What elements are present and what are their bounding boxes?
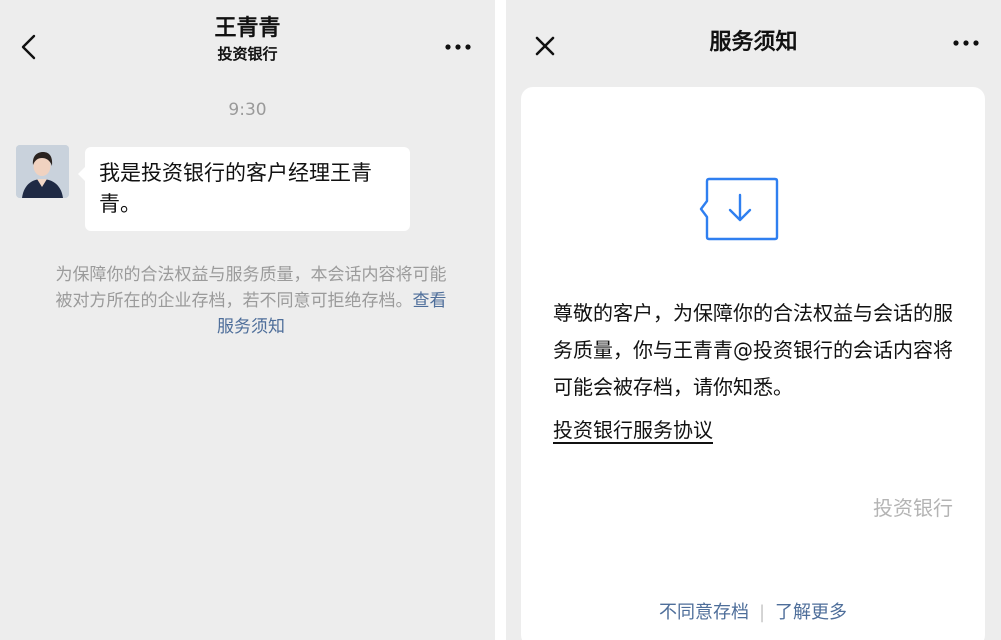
service-agreement-link[interactable]: 投资银行服务协议 bbox=[553, 415, 713, 445]
archive-notice-text: 为保障你的合法权益与服务质量，本会话内容将可能被对方所在的企业存档，若不同意可拒… bbox=[55, 265, 447, 311]
contact-name: 王青青 bbox=[214, 16, 281, 41]
disagree-archive-link[interactable]: 不同意存档 bbox=[659, 602, 749, 623]
panel-divider bbox=[495, 0, 506, 640]
notice-signature: 投资银行 bbox=[873, 496, 953, 520]
footer-separator: | bbox=[758, 602, 766, 623]
contact-org: 投资银行 bbox=[217, 45, 278, 63]
chat-panel: 王青青 投资银行 9:30 我是投资银行的客户经理王青青。 为保障你的合法权益与… bbox=[0, 0, 495, 640]
learn-more-link[interactable]: 了解更多 bbox=[775, 602, 847, 623]
more-dots-icon[interactable] bbox=[444, 38, 472, 56]
download-archive-icon bbox=[699, 177, 779, 241]
service-notice-panel: 服务须知 尊敬的客户，为保障你的合法权益与会话的服务质量，你与王青青@投资银行的… bbox=[506, 0, 1001, 640]
notice-body: 尊敬的客户，为保障你的合法权益与会话的服务质量，你与王青青@投资银行的会话内容将… bbox=[553, 301, 953, 399]
archive-notice: 为保障你的合法权益与服务质量，本会话内容将可能被对方所在的企业存档，若不同意可拒… bbox=[50, 262, 452, 340]
chat-header-title: 王青青 投资银行 bbox=[0, 14, 495, 64]
page-title: 服务须知 bbox=[709, 30, 798, 55]
notice-footer: 不同意存档 | 了解更多 bbox=[521, 598, 985, 624]
notice-card: 尊敬的客户，为保障你的合法权益与会话的服务质量，你与王青青@投资银行的会话内容将… bbox=[521, 87, 985, 640]
avatar-portrait-icon bbox=[16, 145, 69, 198]
avatar[interactable] bbox=[16, 145, 69, 198]
message-bubble[interactable]: 我是投资银行的客户经理王青青。 bbox=[78, 147, 410, 231]
message-timestamp: 9:30 bbox=[228, 100, 267, 120]
more-dots-icon[interactable] bbox=[952, 34, 980, 52]
